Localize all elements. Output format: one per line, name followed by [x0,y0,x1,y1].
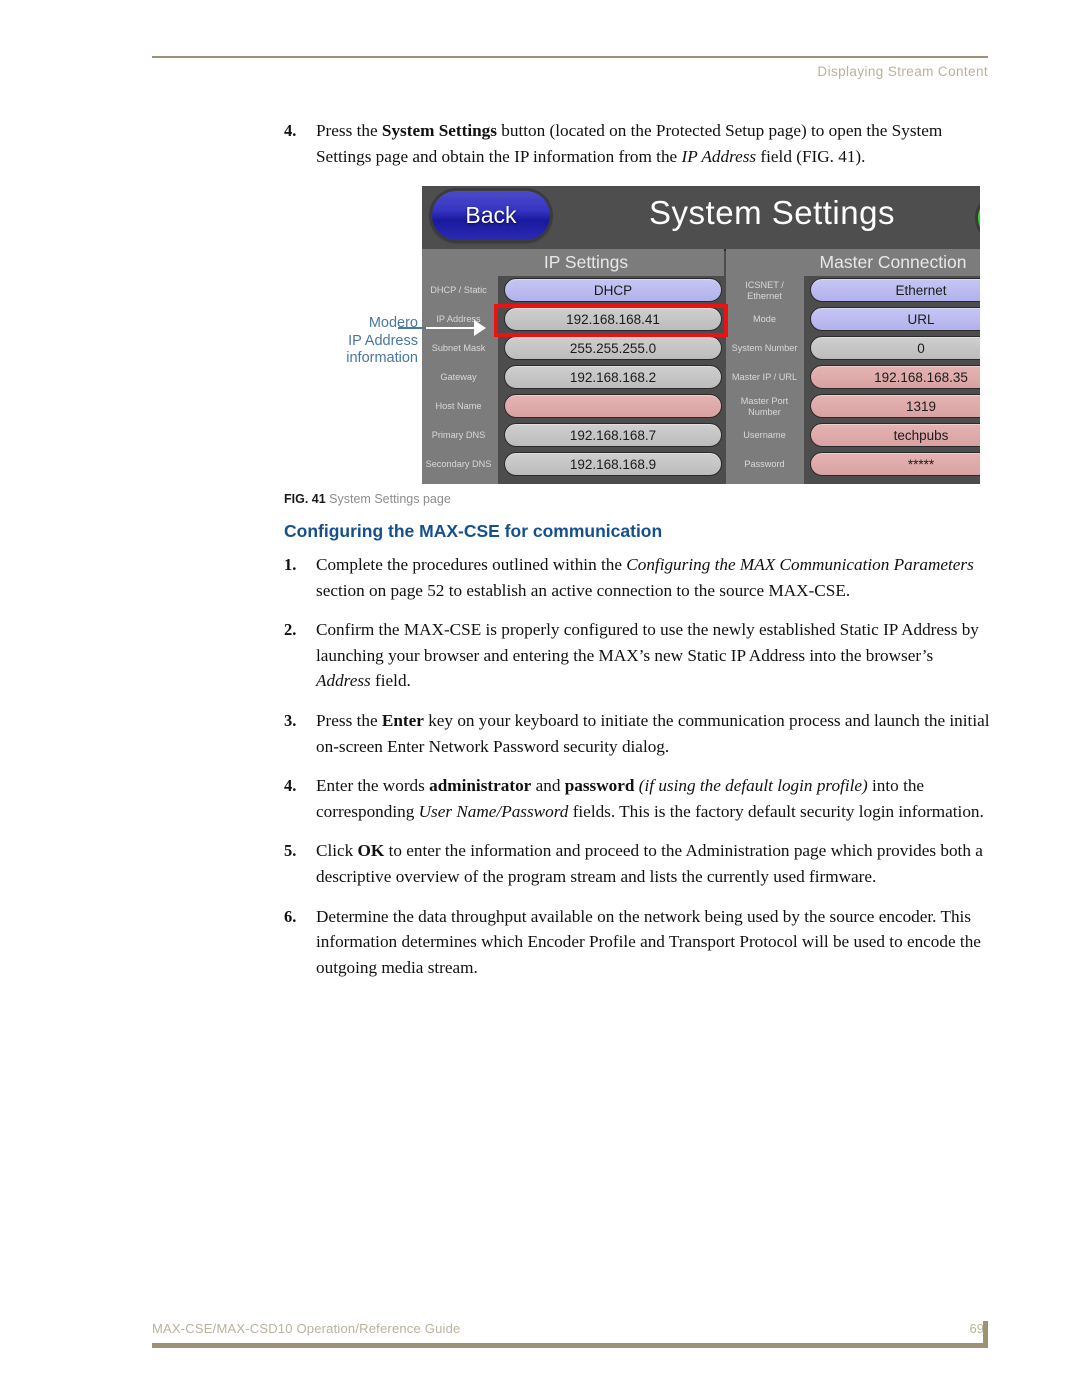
table-row: Host Name [436,392,724,421]
callout-leader-line-blue [398,327,426,329]
modero-touchpanel-ui: Back System Settings IP Settings DHCP / … [422,186,980,484]
callout-arrowhead-icon [474,320,486,336]
page-content: 4. Press the System Settings button (loc… [284,118,990,183]
list-item: 6. Determine the data throughput availab… [284,904,990,981]
field-icsnet-ethernet[interactable]: Ethernet [810,278,980,302]
panel-master-connection: Master Connection ICSNET / Ethernet Ethe… [726,249,980,484]
row-label: Password [744,459,785,470]
step-number: 2. [284,620,297,640]
page-footer: MAX-CSE/MAX-CSD10 Operation/Reference Gu… [152,1321,996,1353]
row-label: Username [743,430,786,441]
table-row: Subnet Mask 255.255.255.0 [432,334,724,363]
footer-divider-rule [152,1343,988,1348]
table-row: ICSNET / Ethernet Ethernet [745,276,980,305]
row-label: IP Address [436,314,481,325]
field-secondary-dns[interactable]: 192.168.168.9 [504,452,722,476]
field-host-name[interactable] [504,394,722,418]
field-gateway[interactable]: 192.168.168.2 [504,365,722,389]
field-master-port-number[interactable]: 1319 [810,394,980,418]
field-username[interactable]: techpubs [810,423,980,447]
step-text: Confirm the MAX-CSE is properly configur… [316,620,979,691]
row-label: ICSNET / Ethernet [745,280,784,301]
field-system-number[interactable]: 0 [810,336,980,360]
figure-system-settings-screenshot: Back System Settings IP Settings DHCP / … [422,186,980,484]
field-subnet-mask[interactable]: 255.255.255.0 [504,336,722,360]
list-item: 5. Click OK to enter the information and… [284,838,990,889]
step-number: 4. [284,776,297,796]
list-item: 4. Enter the words administrator and pas… [284,773,990,824]
step-text: Click OK to enter the information and pr… [316,841,983,886]
row-label: Subnet Mask [431,343,486,354]
row-label: System Number [731,343,798,354]
table-row: DHCP / Static DHCP [430,276,724,305]
device-screen-title: System Settings [649,194,895,231]
callout-line-1: Modero [368,315,418,331]
field-mode[interactable]: URL [810,307,980,331]
list-item: 3. Press the Enter key on your keyboard … [284,708,990,759]
table-row: System Number 0 [732,334,980,363]
step-number: 4. [284,121,297,140]
field-dhcp-static[interactable]: DHCP [504,278,722,302]
figure-caption: FIG. 41 System Settings page [284,492,451,506]
panel-title: IP Settings [543,252,629,272]
table-row: Password ***** [744,450,980,479]
row-label: Master Port Number [740,396,789,417]
table-row: Mode URL [753,305,980,334]
list-item: 4. Press the System Settings button (loc… [284,118,990,169]
step-number: 5. [284,841,297,861]
step-text: Enter the words administrator and passwo… [316,776,984,821]
panel-title: Master Connection [819,252,967,272]
section-heading: Configuring the MAX-CSE for communicatio… [284,521,663,541]
master-connection-field-area: ICSNET / Ethernet Ethernet Mode URL Syst… [732,276,980,484]
callout-label-modero-ip: Modero IP Address information [322,315,418,368]
table-row: Gateway 192.168.168.2 [440,363,724,392]
row-label: Master IP / URL [731,372,798,383]
table-row: Primary DNS 192.168.168.7 [432,421,724,450]
panel-ip-settings: IP Settings DHCP / Static DHCP IP Addres… [422,249,724,484]
step-text: Press the System Settings button (locate… [316,121,943,166]
table-row: Secondary DNS 192.168.168.9 [426,450,724,479]
callout-line-2: IP Address [348,332,418,349]
figure-caption-label: FIG. 41 [284,492,326,506]
footer-page-number: 69 [969,1321,984,1336]
back-button[interactable]: Back [432,191,550,240]
table-row: Username techpubs [743,421,980,450]
list-item: 2. Confirm the MAX-CSE is properly confi… [284,617,990,694]
procedure-list: 1. Complete the procedures outlined with… [284,552,990,994]
table-row: Master Port Number 1319 [741,392,980,421]
list-item: 1. Complete the procedures outlined with… [284,552,990,603]
step-number: 6. [284,906,297,926]
header-divider-rule [152,56,988,58]
ip-settings-field-area: DHCP / Static DHCP IP Address 192.168.16… [426,276,724,484]
row-label: Gateway [440,372,477,383]
device-titlebar: Back System Settings [422,186,980,251]
row-label: Primary DNS [431,430,486,441]
field-primary-dns[interactable]: 192.168.168.7 [504,423,722,447]
step-text: Press the Enter key on your keyboard to … [316,710,990,756]
green-indicator-icon[interactable] [978,196,980,240]
footer-corner-tick [983,1321,988,1348]
step-text: Determine the data throughput available … [316,906,981,977]
row-label: DHCP / Static [430,285,487,296]
running-header: Displaying Stream Content [152,56,988,96]
row-label: Host Name [435,401,482,412]
table-row: Master IP / URL 192.168.168.35 [732,363,980,392]
field-password[interactable]: ***** [810,452,980,476]
step-text: Complete the procedures outlined within … [316,555,974,600]
callout-line-3: information [346,350,418,366]
table-row: IP Address 192.168.168.41 [436,305,724,334]
step-number: 1. [284,555,297,574]
footer-document-title: MAX-CSE/MAX-CSD10 Operation/Reference Gu… [152,1321,461,1336]
row-label: Secondary DNS [425,459,492,470]
field-master-ip-url[interactable]: 192.168.168.35 [810,365,980,389]
step-number: 3. [284,710,297,730]
row-label: Mode [753,314,776,325]
running-header-title: Displaying Stream Content [817,64,988,79]
figure-caption-text: System Settings page [329,492,451,506]
field-ip-address[interactable]: 192.168.168.41 [504,307,722,331]
